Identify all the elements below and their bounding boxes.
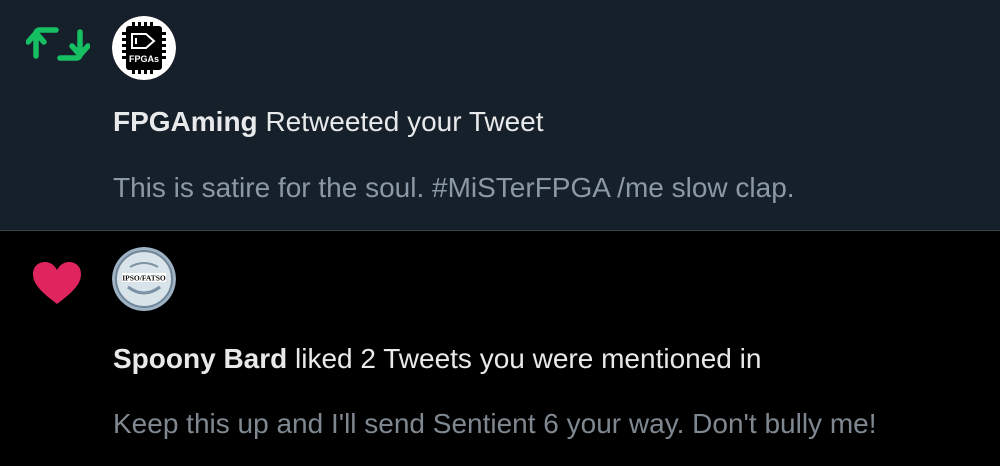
- fpgas-logo-icon: FPGAs: [112, 16, 176, 80]
- notification-action: Retweeted your Tweet: [257, 106, 544, 137]
- avatar-label: FPGAs: [129, 54, 159, 64]
- notification-action: liked 2 Tweets you were mentioned in: [287, 343, 762, 374]
- heart-icon: [33, 262, 81, 304]
- tweet-snippet[interactable]: Keep this up and I'll send Sentient 6 yo…: [113, 408, 877, 440]
- retweet-icon: [26, 27, 90, 61]
- avatar[interactable]: FPGAs: [112, 16, 176, 80]
- ipso-fatso-badge-icon: IPSO/FATSO: [112, 247, 176, 311]
- user-name[interactable]: Spoony Bard: [113, 343, 287, 374]
- user-name[interactable]: FPGAming: [113, 106, 258, 137]
- notification-headline: Spoony Bard liked 2 Tweets you were ment…: [113, 343, 761, 375]
- notification-headline: FPGAming Retweeted your Tweet: [113, 106, 544, 138]
- avatar[interactable]: IPSO/FATSO: [112, 247, 176, 311]
- tweet-snippet[interactable]: This is satire for the soul. #MiSTerFPGA…: [113, 172, 795, 204]
- avatar-label: IPSO/FATSO: [122, 274, 166, 283]
- notification-retweet[interactable]: FPGAs FPGAming Retweeted your Tweet This…: [0, 0, 1000, 231]
- notification-like[interactable]: IPSO/FATSO Spoony Bard liked 2 Tweets yo…: [0, 231, 1000, 466]
